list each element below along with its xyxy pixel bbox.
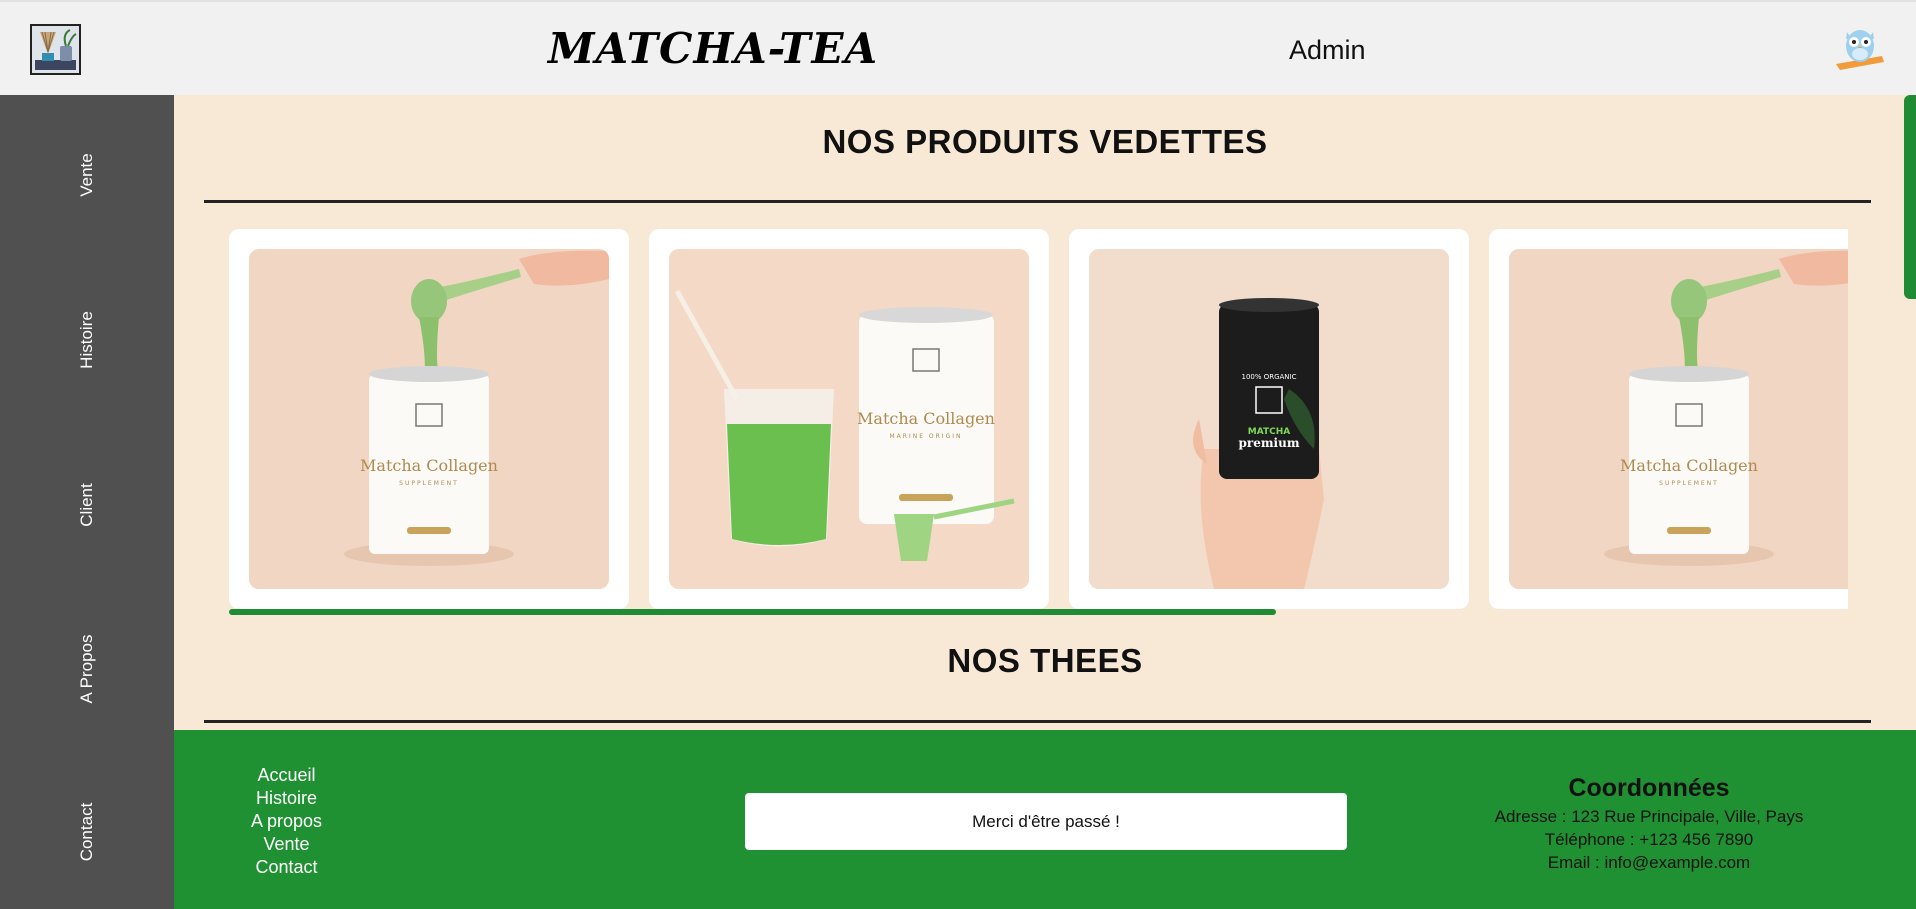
product-card[interactable]: Matcha Collagen SUPPLEMENT — [1489, 229, 1848, 609]
sidebar: Vente Histoire Client A Propos Contact — [0, 95, 174, 909]
svg-text:premium: premium — [1238, 436, 1299, 450]
footer-link-a-propos[interactable]: A propos — [234, 810, 339, 833]
header: MATCHA-TEA Admin — [0, 0, 1916, 95]
product-image: 100% ORGANIC MATCHA premium — [1089, 249, 1449, 589]
carousel-progress[interactable] — [229, 609, 1848, 615]
sidebar-item-a-propos[interactable]: A Propos — [77, 635, 97, 704]
featured-products-title: NOS PRODUITS VEDETTES — [822, 123, 1268, 160]
product-carousel[interactable]: Matcha Collagen SUPPLEMENT Matcha Collag… — [229, 229, 1848, 609]
product-card[interactable]: Matcha Collagen SUPPLEMENT — [229, 229, 629, 609]
sidebar-item-client[interactable]: Client — [77, 483, 97, 526]
admin-label[interactable]: Admin — [1289, 35, 1366, 66]
footer-link-vente[interactable]: Vente — [234, 833, 339, 856]
svg-text:Matcha Collagen: Matcha Collagen — [857, 409, 995, 428]
footer-link-contact[interactable]: Contact — [234, 856, 339, 879]
carousel-progress-fill — [229, 609, 1277, 615]
product-image: Matcha Collagen SUPPLEMENT — [249, 249, 609, 589]
svg-text:SUPPLEMENT: SUPPLEMENT — [1659, 480, 1719, 487]
thanks-message-box: Merci d'être passé ! — [745, 793, 1347, 850]
contact-info: Coordonnées Adresse : 123 Rue Principale… — [1484, 774, 1814, 874]
divider — [204, 720, 1871, 723]
sidebar-item-vente[interactable]: Vente — [77, 153, 97, 197]
svg-text:MARINE ORIGIN: MARINE ORIGIN — [890, 433, 963, 440]
contact-title: Coordonnées — [1568, 774, 1730, 802]
product-card[interactable]: 100% ORGANIC MATCHA premium — [1069, 229, 1469, 609]
main-content: NOS PRODUITS VEDETTES Matcha Collagen SU… — [174, 95, 1916, 730]
owl-avatar-icon[interactable] — [1834, 24, 1886, 76]
sidebar-item-histoire[interactable]: Histoire — [77, 311, 97, 369]
contact-phone: Téléphone : +123 456 7890 — [1544, 830, 1754, 849]
teas-title: NOS THEES — [947, 642, 1143, 679]
product-image: Matcha Collagen MARINE ORIGIN — [669, 249, 1029, 589]
svg-text:SUPPLEMENT: SUPPLEMENT — [399, 480, 459, 487]
footer-link-histoire[interactable]: Histoire — [234, 787, 339, 810]
svg-text:Matcha Collagen: Matcha Collagen — [360, 456, 498, 475]
contact-email[interactable]: Email : info@example.com — [1484, 851, 1814, 874]
product-card[interactable]: Matcha Collagen MARINE ORIGIN — [649, 229, 1049, 609]
divider — [204, 200, 1871, 203]
footer-nav: Accueil Histoire A propos Vente Contact — [234, 764, 339, 879]
contact-address: Adresse : 123 Rue Principale, Ville, Pay… — [1494, 807, 1804, 826]
footer: Accueil Histoire A propos Vente Contact … — [174, 730, 1916, 909]
svg-text:Matcha Collagen: Matcha Collagen — [1620, 456, 1758, 475]
sidebar-item-contact[interactable]: Contact — [77, 803, 97, 862]
brand-title: MATCHA-TEA — [548, 24, 879, 73]
product-image: Matcha Collagen SUPPLEMENT — [1509, 249, 1848, 589]
svg-text:100% ORGANIC: 100% ORGANIC — [1241, 373, 1296, 381]
footer-link-accueil[interactable]: Accueil — [234, 764, 339, 787]
matcha-logo-icon[interactable] — [30, 24, 81, 75]
